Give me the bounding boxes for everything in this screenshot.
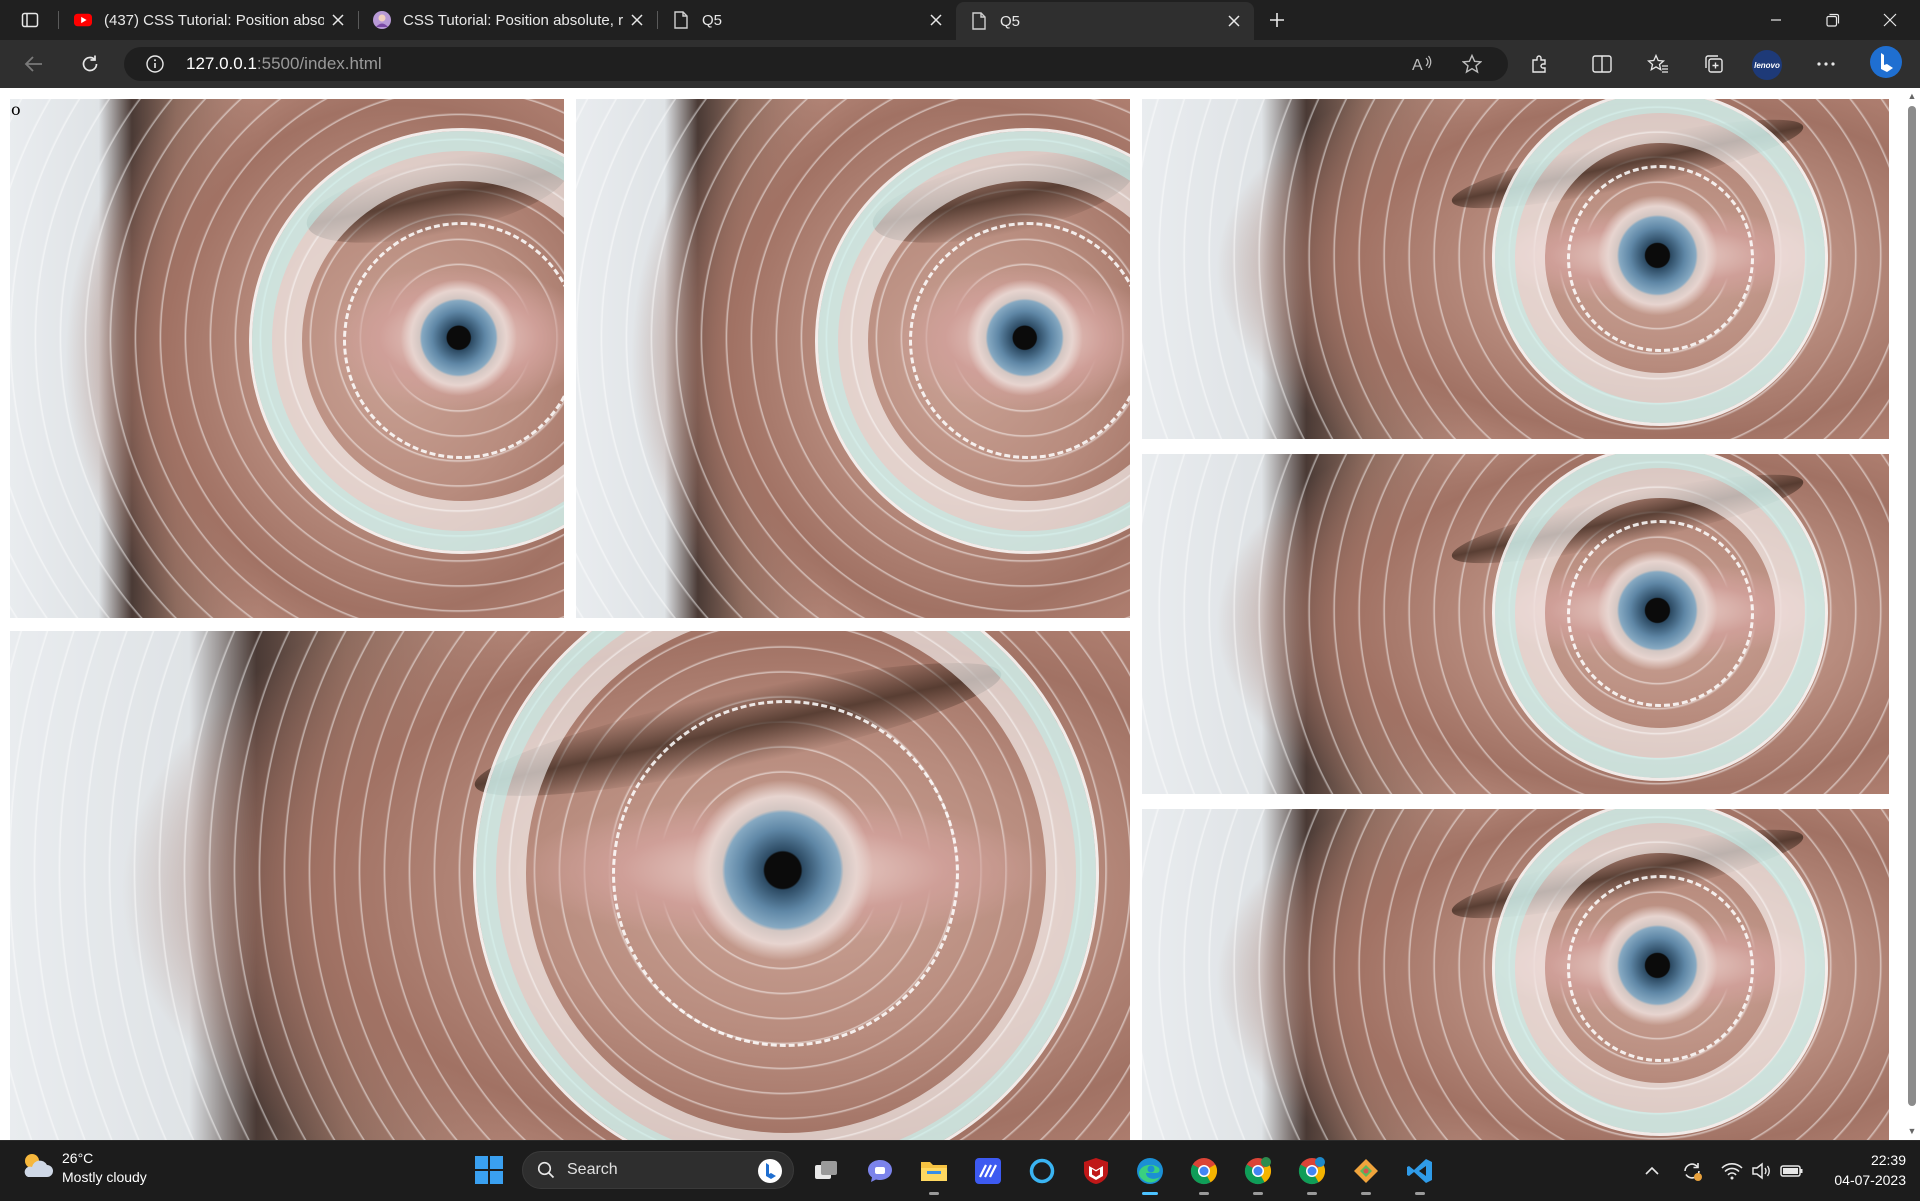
tab-actions-icon[interactable] xyxy=(12,6,48,34)
back-button[interactable] xyxy=(16,48,52,80)
close-icon[interactable] xyxy=(324,6,352,34)
tab-title: Q5 xyxy=(702,11,723,29)
search-icon xyxy=(537,1161,555,1184)
extensions-icon[interactable] xyxy=(1522,48,1558,80)
svg-text:A: A xyxy=(1412,57,1423,74)
hud-ring-inner xyxy=(1566,519,1755,708)
running-indicator xyxy=(1361,1192,1371,1195)
running-indicator xyxy=(1199,1192,1209,1195)
favorite-star-icon[interactable] xyxy=(1461,53,1483,79)
page-icon xyxy=(672,11,690,29)
edge-icon[interactable] xyxy=(1130,1151,1170,1195)
page-viewport: o ▲ ▼ xyxy=(0,88,1920,1140)
url-path: :5500/index.html xyxy=(256,54,382,73)
mcafee-icon[interactable] xyxy=(1076,1151,1116,1191)
vscode-icon[interactable] xyxy=(1400,1151,1440,1195)
url-text: 127.0.0.1:5500/index.html xyxy=(186,54,382,74)
tab-q5-active[interactable]: Q5 xyxy=(956,2,1254,40)
browser-toolbar: 127.0.0.1:5500/index.html A lenovo xyxy=(0,40,1920,88)
chevron-up-icon[interactable] xyxy=(1640,1159,1664,1183)
battery-icon[interactable] xyxy=(1780,1159,1804,1183)
running-indicator xyxy=(1142,1192,1158,1195)
clock-time: 22:39 xyxy=(1870,1152,1906,1168)
bing-search-icon[interactable] xyxy=(757,1158,783,1189)
restore-button[interactable] xyxy=(1805,0,1861,40)
eye-image-3 xyxy=(1142,99,1889,439)
weather-widget[interactable]: 26°C Mostly cloudy xyxy=(20,1149,147,1187)
search-label: Search xyxy=(567,1161,618,1178)
tab-title: (437) CSS Tutorial: Position absolute, r… xyxy=(104,11,324,29)
hud-ring-inner xyxy=(1566,164,1755,353)
collections-icon[interactable] xyxy=(1696,48,1732,80)
taskbar-search-box[interactable]: Search xyxy=(522,1151,794,1189)
close-icon[interactable] xyxy=(1220,7,1248,35)
weather-condition: Mostly cloudy xyxy=(62,1169,147,1185)
tab-youtube[interactable]: (437) CSS Tutorial: Position absolute, r… xyxy=(60,0,358,40)
favorites-icon[interactable] xyxy=(1640,48,1676,80)
eye-image-4 xyxy=(1142,454,1889,794)
info-icon[interactable] xyxy=(146,55,164,78)
scroll-thumb[interactable] xyxy=(1908,106,1916,1106)
scroll-down-arrow-icon[interactable]: ▼ xyxy=(1907,1126,1917,1136)
running-indicator xyxy=(1415,1192,1425,1195)
more-options-icon[interactable] xyxy=(1808,48,1844,80)
hud-ring-inner xyxy=(612,699,960,1047)
tab-title: CSS Tutorial: Position absolute, relativ… xyxy=(403,11,623,29)
hud-ring-inner xyxy=(1566,874,1755,1063)
page-text: o xyxy=(11,100,21,119)
running-indicator xyxy=(929,1192,939,1195)
read-aloud-icon[interactable]: A xyxy=(1412,54,1434,79)
weather-temp: 26°C xyxy=(62,1150,94,1166)
tab-strip: (437) CSS Tutorial: Position absolute, r… xyxy=(0,0,1920,40)
running-indicator xyxy=(1253,1192,1263,1195)
eye-image-6 xyxy=(10,631,1130,1140)
cloud-sun-icon xyxy=(20,1151,54,1186)
hud-ring-inner xyxy=(909,222,1130,460)
split-screen-icon[interactable] xyxy=(1584,48,1620,80)
bing-copilot-icon[interactable] xyxy=(1868,46,1904,78)
eye-image-1 xyxy=(10,99,564,618)
eye-image-2 xyxy=(576,99,1130,618)
clock-date: 04-07-2023 xyxy=(1834,1172,1906,1188)
windows-start-icon[interactable] xyxy=(472,1153,506,1187)
teams-chat-icon[interactable] xyxy=(860,1151,900,1191)
refresh-button[interactable] xyxy=(72,48,108,80)
new-tab-button[interactable] xyxy=(1262,6,1292,34)
scroll-up-arrow-icon[interactable]: ▲ xyxy=(1907,91,1917,101)
eye-image-5 xyxy=(1142,809,1889,1140)
chrome-profile-icon[interactable] xyxy=(1238,1151,1278,1195)
profile-avatar[interactable]: lenovo xyxy=(1752,50,1782,80)
url-host: 127.0.0.1 xyxy=(186,54,257,73)
task-view-icon[interactable] xyxy=(806,1151,846,1191)
git-icon[interactable] xyxy=(1346,1151,1386,1195)
chrome-profile-2-icon[interactable] xyxy=(1292,1151,1332,1195)
close-icon[interactable] xyxy=(623,6,651,34)
chrome-icon[interactable] xyxy=(1184,1151,1224,1195)
file-explorer-icon[interactable] xyxy=(914,1151,954,1195)
address-bar[interactable]: 127.0.0.1:5500/index.html A xyxy=(124,47,1508,81)
hud-ring-inner xyxy=(343,222,564,460)
tab-title: Q5 xyxy=(1000,12,1021,30)
taskbar-clock[interactable]: 22:39 04-07-2023 xyxy=(1820,1150,1906,1190)
avatar-favicon-icon xyxy=(373,11,391,29)
cortana-icon[interactable] xyxy=(1022,1151,1062,1191)
minimize-button[interactable] xyxy=(1748,0,1804,40)
page-icon xyxy=(970,12,988,30)
close-icon[interactable] xyxy=(922,6,950,34)
whiteboard-icon[interactable] xyxy=(968,1151,1008,1191)
tab-q5[interactable]: Q5 xyxy=(658,0,956,40)
close-window-button[interactable] xyxy=(1862,0,1918,40)
wifi-icon[interactable] xyxy=(1720,1159,1744,1183)
tab-tutorial[interactable]: CSS Tutorial: Position absolute, relativ… xyxy=(359,0,657,40)
windows-taskbar: 26°C Mostly cloudy Search 22:39 04-07-20… xyxy=(0,1140,1920,1201)
volume-icon[interactable] xyxy=(1750,1159,1774,1183)
vertical-scrollbar[interactable]: ▲ ▼ xyxy=(1904,88,1920,1140)
sync-icon[interactable] xyxy=(1680,1159,1704,1183)
tab-separator xyxy=(58,11,59,29)
running-indicator xyxy=(1307,1192,1317,1195)
youtube-icon xyxy=(74,11,92,29)
